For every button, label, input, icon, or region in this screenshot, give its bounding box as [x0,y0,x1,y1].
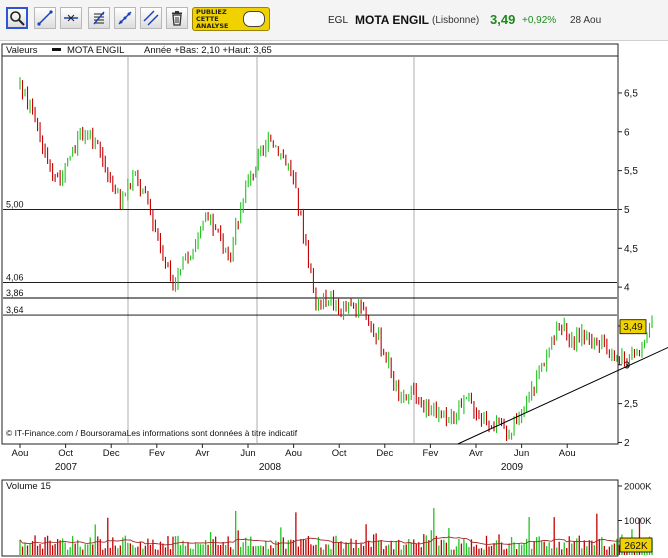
support-level-label: 4,06 [6,272,24,282]
date-axis-month-label: Oct [58,448,73,459]
fibonacci-tool-button[interactable] [88,7,110,29]
publish-analysis-button[interactable]: PUBLIEZ CETTE ANALYSE [192,7,270,31]
volume-axis-label: 1000K [624,516,652,527]
volume-axis: 2000K 1000K [618,482,652,527]
quote-date: 28 Aou [570,15,602,26]
support-level-label: 3,86 [6,288,24,298]
date-axis-month-label: Aou [285,448,302,459]
price-axis: 6,565,554,543,532,52 [618,88,638,449]
support-level-label: 5,00 [6,199,24,209]
date-axis-month-label: Avr [469,448,483,459]
volume-panel [1,479,619,557]
legend-swatch [52,48,61,51]
legend-series-name: MOTA ENGIL [67,45,124,56]
volume-current-label: 262K [624,541,648,552]
date-axis-year-label: 2008 [259,462,282,473]
price-axis-label: 4 [624,283,630,294]
channel-tool-button[interactable] [114,7,136,29]
market-name: (Lisbonne) [432,15,480,26]
legend-prefix: Valeurs [6,45,38,56]
volume-title: Volume 15 [6,481,51,492]
speech-bubble-icon [243,11,265,27]
date-axis: Aou Oct Dec Fev Avr Jun Aou Oct Dec Fev Avr Jun Aou2… [12,444,576,473]
date-axis-month-label: Fev [422,448,438,459]
parallel-lines-icon [143,10,159,26]
diagonal-line-icon [37,10,53,26]
date-axis-year-label: 2007 [55,462,78,473]
date-axis-year-label: 2009 [501,462,524,473]
trend-line-tool-button[interactable] [34,7,56,29]
date-axis-month-label: Oct [332,448,347,459]
date-axis-month-label: Aou [12,448,29,459]
price-axis-label: 5,5 [624,166,638,177]
date-axis-month-label: Fev [149,448,165,459]
publish-analysis-label: PUBLIEZ CETTE ANALYSE [196,8,229,30]
date-axis-month-label: Jun [240,448,255,459]
zoom-tool-button[interactable] [6,7,28,29]
magnifier-icon [10,11,25,26]
price-axis-label: 2,5 [624,399,638,410]
price-panel [1,43,619,445]
price-axis-label: 5 [624,205,630,216]
ticker-symbol: EGL [328,15,349,26]
price-axis-label: 6 [624,127,630,138]
trash-icon [172,11,182,26]
legend-range-info: Année +Bas: 2,10 +Haut: 3,65 [144,45,272,56]
parallel-lines-tool-button[interactable] [140,7,162,29]
toolbar: PUBLIEZ CETTE ANALYSE EGL MOTA ENGIL (Li… [0,0,668,41]
date-axis-month-label: Jun [514,448,529,459]
stock-chart[interactable]: 5,00 4,06 3,86 3,64 Valeurs MOTA ENGIL Anné… [0,40,668,558]
company-name: MOTA ENGIL [355,13,429,27]
last-price: 3,49 [490,12,516,27]
horizontal-line-icon [64,14,78,22]
support-level-label: 3,64 [6,305,24,315]
horizontal-line-tool-button[interactable] [60,7,82,29]
price-axis-label: 2 [624,438,630,449]
price-axis-label: 6,5 [624,88,638,99]
source-note: © IT-Finance.com / BoursoramaLes informa… [6,428,298,438]
channel-icon [118,11,132,25]
price-axis-label: 4,5 [624,244,638,255]
price-change: +0,92% [522,15,557,26]
volume-axis-label: 2000K [624,482,652,493]
price-axis-label: 3 [624,360,630,371]
date-axis-month-label: Dec [103,448,120,459]
date-axis-month-label: Aou [559,448,576,459]
fibonacci-icon [93,11,105,25]
date-axis-month-label: Avr [195,448,209,459]
date-axis-month-label: Dec [376,448,393,459]
current-value-label: 3,49 [623,322,643,333]
delete-tool-button[interactable] [166,7,188,29]
